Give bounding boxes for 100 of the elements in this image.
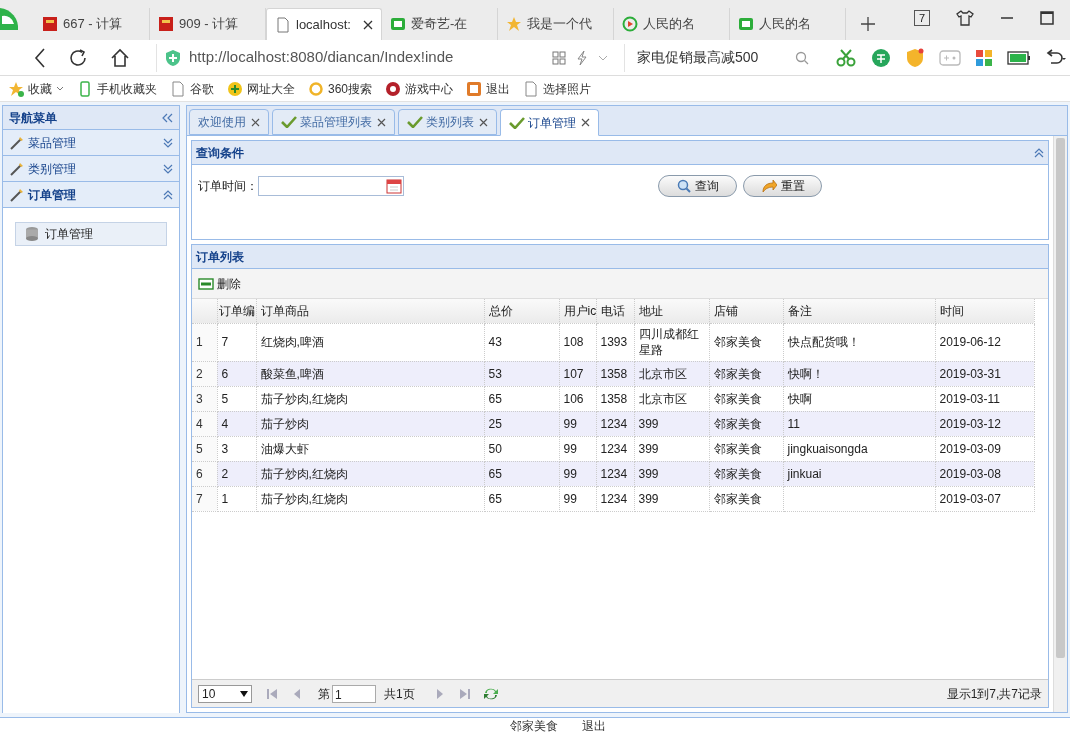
row-number: 2 — [196, 366, 203, 381]
table-cell: 399 — [638, 416, 659, 431]
close-icon[interactable] — [363, 19, 373, 30]
wand-icon — [9, 186, 25, 203]
search-button[interactable]: 查询 — [658, 175, 737, 197]
table-cell: 3 — [221, 441, 229, 456]
bookmark[interactable]: 手机收藏夹 — [77, 77, 161, 100]
page-number-field[interactable]: 1 — [332, 684, 376, 703]
bookmark[interactable]: 谷歌 — [170, 77, 218, 100]
last-page-icon[interactable] — [458, 687, 471, 700]
scrollbar[interactable] — [1053, 136, 1067, 712]
close-icon[interactable] — [479, 117, 488, 127]
qr-code-icon[interactable] — [552, 50, 566, 65]
lightning-icon[interactable] — [576, 49, 588, 66]
expand-less-icon[interactable] — [163, 189, 173, 200]
first-page-icon[interactable] — [266, 687, 278, 700]
accordion-header[interactable]: 类别管理 — [3, 156, 179, 182]
expand-more-icon[interactable] — [163, 137, 173, 148]
table-cell: jingkuaisongda — [787, 441, 868, 456]
battery-icon[interactable] — [1007, 50, 1031, 65]
accordion-header[interactable]: 菜品管理 — [3, 130, 179, 156]
reload-icon[interactable] — [68, 47, 88, 68]
chevron-down-icon[interactable] — [598, 54, 608, 61]
table-cell: 108 — [563, 335, 584, 349]
calendar-icon[interactable] — [386, 178, 402, 194]
wand-icon — [9, 134, 25, 151]
tab[interactable]: 菜品管理列表 — [272, 109, 395, 135]
checkmark-icon — [281, 116, 297, 128]
accordion-header[interactable]: 订单管理 — [3, 182, 179, 208]
bookmark[interactable]: 网址大全 — [227, 77, 299, 100]
page-size-select[interactable]: 10 — [198, 684, 252, 703]
collapse-icon[interactable] — [1034, 147, 1044, 158]
tab-title: 我是一个代 — [527, 15, 592, 34]
tab-title: 爱奇艺-在 — [411, 15, 468, 34]
bookmark[interactable]: 收藏 — [8, 77, 68, 100]
column-header[interactable]: 订单商品 — [260, 303, 309, 318]
collapse-icon[interactable] — [161, 112, 173, 123]
previous-page-icon[interactable] — [292, 687, 302, 700]
column-header[interactable]: 电话 — [600, 303, 625, 318]
column-header[interactable]: 时间 — [939, 303, 964, 318]
table-cell: 油爆大虾 — [260, 441, 309, 456]
bookmark[interactable]: 360搜索 — [308, 77, 377, 100]
tab[interactable]: 类别列表 — [398, 109, 497, 135]
gamepad-icon[interactable] — [939, 49, 961, 66]
bookmark[interactable]: 游戏中心 — [385, 77, 458, 100]
search-field[interactable]: 家电促销最高减500 — [624, 43, 809, 72]
panel-title: 导航菜单 — [9, 109, 57, 127]
tab-title: 人民的名 — [643, 15, 695, 34]
minus-icon — [198, 277, 214, 290]
maximize-icon[interactable] — [1040, 11, 1054, 25]
tab[interactable]: 订单管理 — [500, 109, 599, 136]
scissors-icon[interactable] — [835, 48, 857, 67]
tab[interactable]: 欢迎使用 — [189, 109, 269, 135]
column-header[interactable]: 备注 — [787, 303, 812, 318]
table-cell: 2 — [221, 466, 229, 481]
table-cell: 65 — [488, 491, 502, 506]
search-icon[interactable] — [795, 50, 809, 65]
table-cell: 邻家美食 — [713, 441, 762, 456]
menu-item[interactable]: 订单管理 — [15, 222, 167, 246]
column-header[interactable]: 总价 — [488, 303, 513, 318]
table-cell: 2019-06-12 — [939, 335, 1001, 349]
close-icon[interactable] — [251, 117, 260, 127]
shield-badge-icon[interactable] — [905, 47, 925, 68]
home-icon[interactable] — [110, 47, 130, 68]
table-cell: 4 — [221, 416, 229, 431]
undo-icon[interactable] — [1045, 48, 1067, 67]
table-cell: 106 — [563, 391, 584, 406]
table-cell: 北京市区 — [638, 391, 687, 406]
browser-tab[interactable]: localhost: — [266, 8, 382, 40]
table-cell: 快点配货哦！ — [787, 335, 860, 349]
column-header[interactable]: 店铺 — [713, 303, 738, 318]
apps-icon[interactable] — [975, 48, 993, 67]
address-field[interactable]: http://localhost:8080/diancan/Index!inde — [156, 43, 536, 72]
reset-button[interactable]: 重置 — [743, 175, 822, 197]
back-icon[interactable] — [34, 47, 46, 68]
table-cell: 11 — [787, 416, 800, 431]
table-cell: 99 — [563, 466, 577, 481]
refresh-icon[interactable] — [482, 686, 499, 701]
new-tab-icon[interactable] — [860, 16, 876, 32]
table-cell: 7 — [221, 335, 229, 349]
column-header[interactable]: 地址 — [638, 303, 663, 318]
column-header[interactable]: 订单编 — [218, 303, 255, 318]
page-icon — [523, 80, 540, 97]
shirt-icon[interactable] — [956, 10, 974, 26]
game-icon — [385, 80, 402, 97]
table-cell: 四川成都红星路 — [638, 327, 699, 357]
expand-more-icon[interactable] — [163, 163, 173, 174]
table-cell: 1 — [221, 491, 229, 506]
bookmark[interactable]: 选择照片 — [523, 77, 596, 100]
column-header[interactable]: 用户ic — [563, 303, 597, 318]
next-page-icon[interactable] — [434, 687, 445, 700]
tab-count[interactable]: 7 — [913, 10, 930, 26]
close-icon[interactable] — [581, 118, 590, 127]
logout-link[interactable]: 退出 — [582, 718, 606, 734]
translate-icon[interactable] — [871, 47, 891, 68]
table-cell: 2019-03-11 — [939, 391, 1000, 406]
delete-button[interactable]: 删除 — [198, 274, 241, 293]
date-field[interactable] — [258, 176, 404, 196]
close-icon[interactable] — [377, 117, 386, 127]
bookmark[interactable]: 退出 — [466, 77, 515, 100]
